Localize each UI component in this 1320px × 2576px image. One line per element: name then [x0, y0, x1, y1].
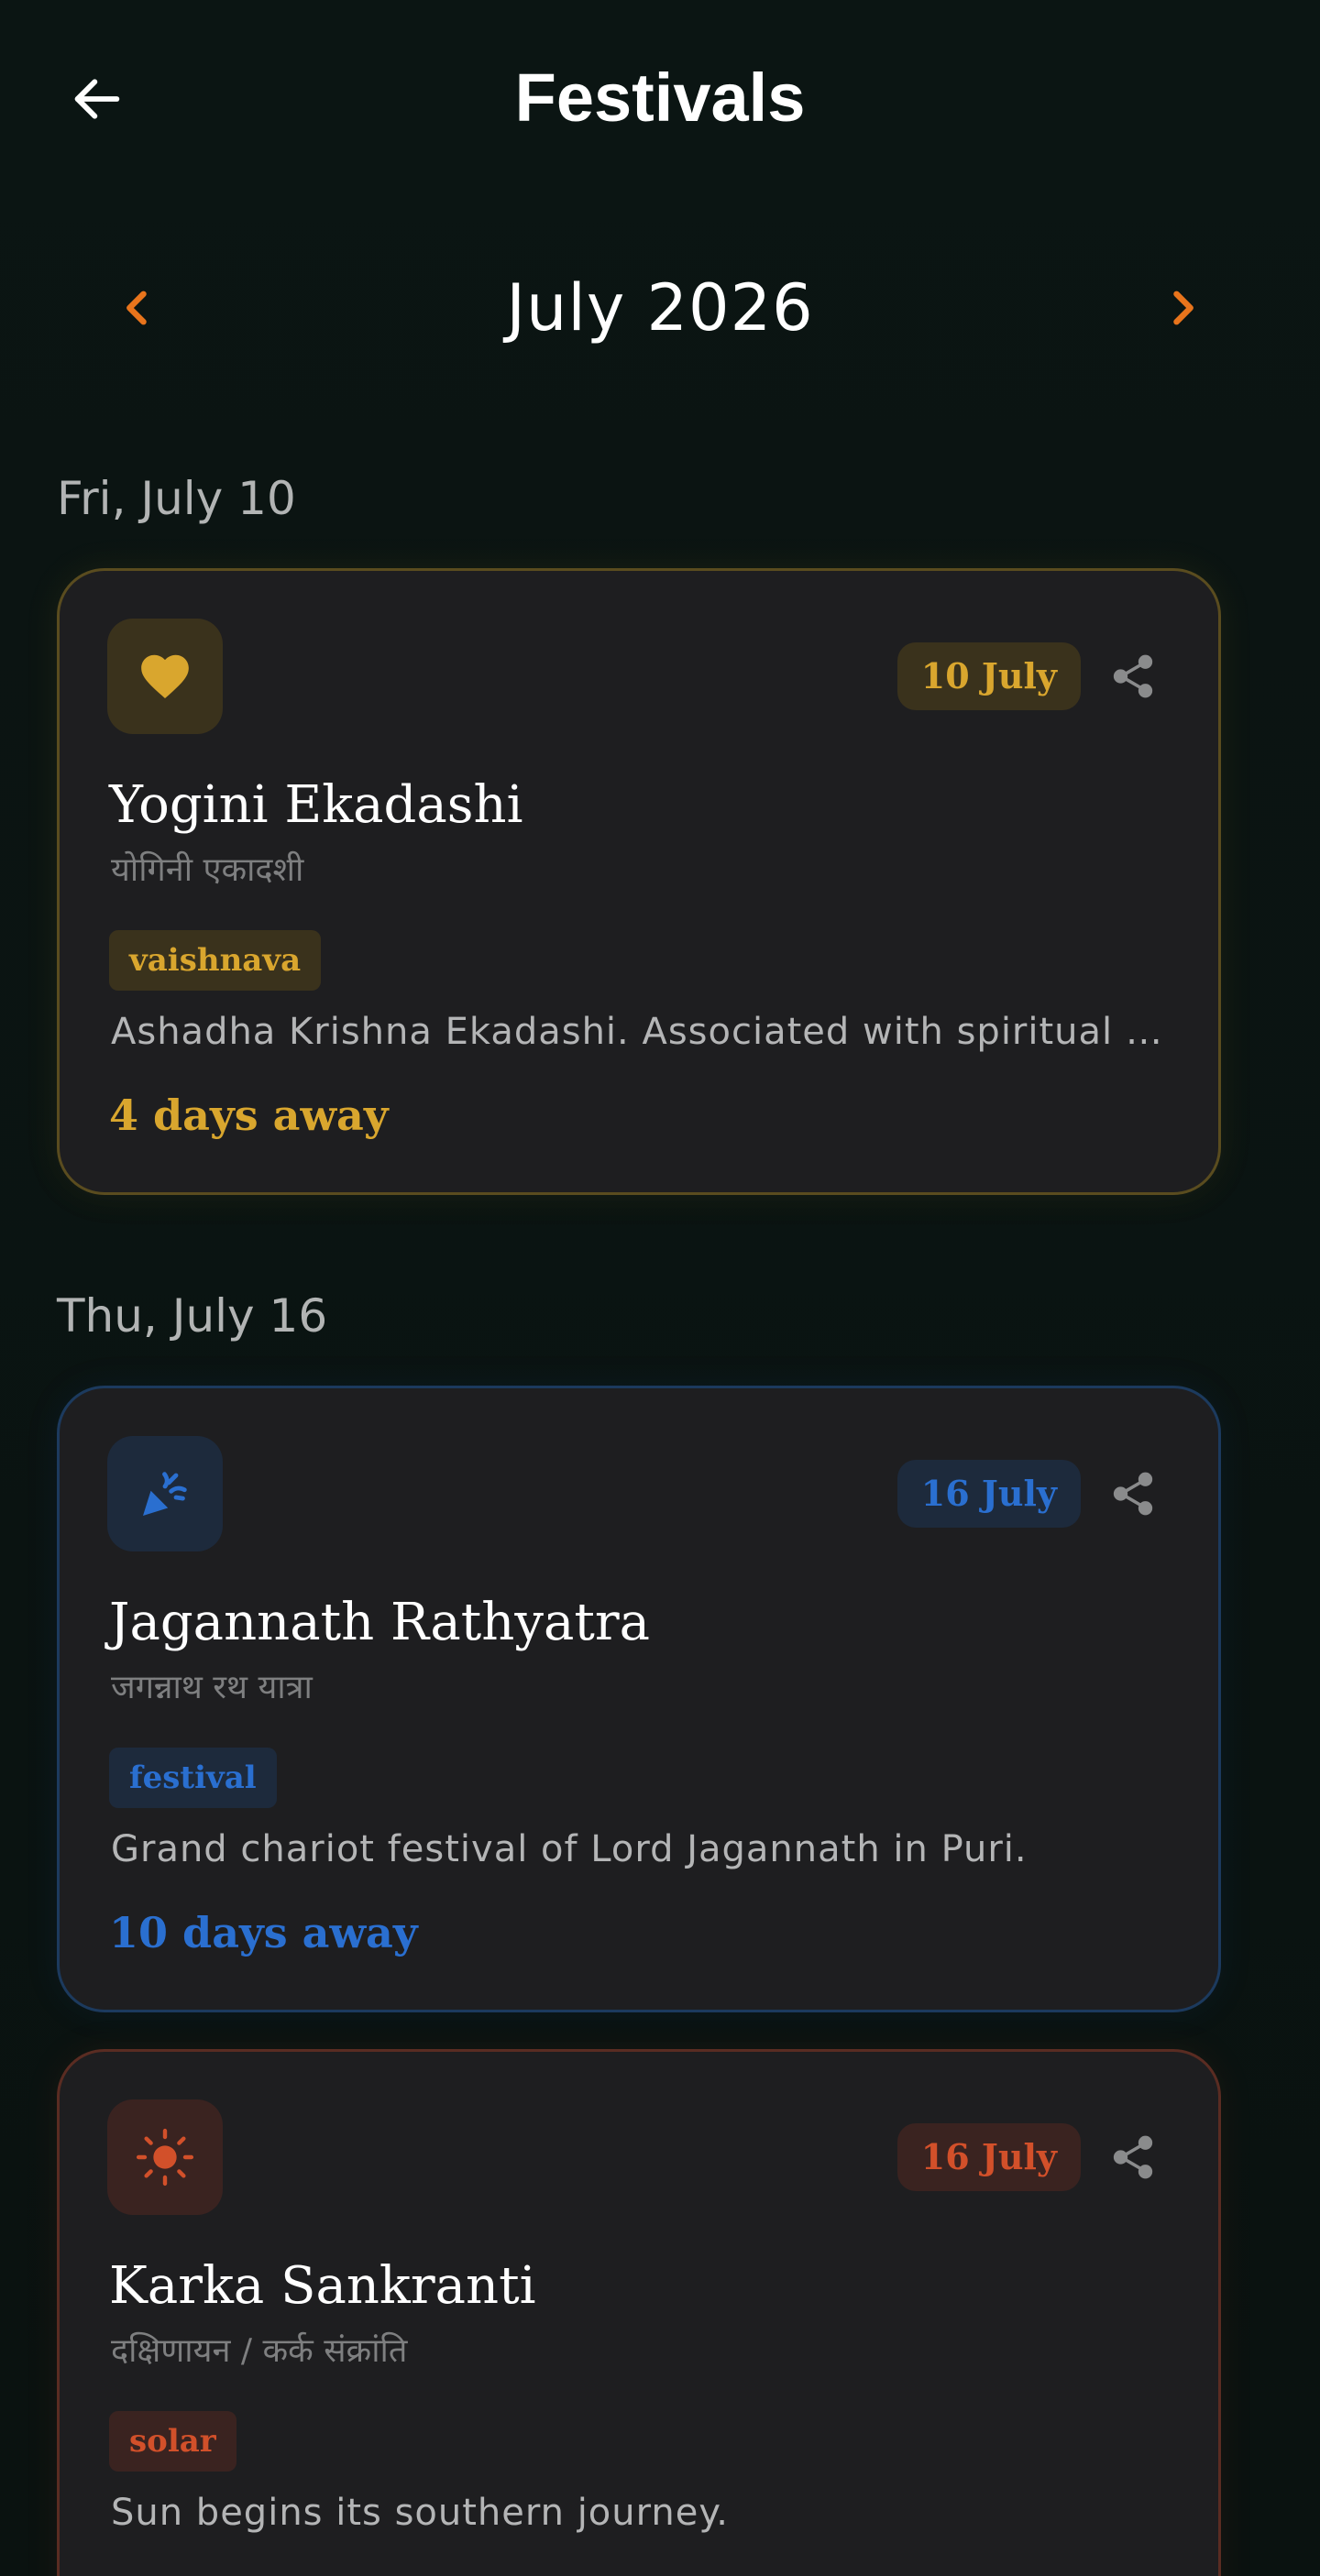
date-chip: 16 July: [896, 2123, 1081, 2191]
day-header: Thu, July 16: [57, 1289, 328, 1343]
month-navigator: July 2026: [0, 257, 1320, 357]
festival-countdown: 4 days away: [109, 1091, 389, 1140]
festival-description: Sun begins its southern journey.: [111, 2492, 730, 2534]
festival-native-name: योगिनी एकादशी: [111, 851, 304, 889]
sun-icon: [136, 2128, 194, 2187]
festivals-screen: Festivals July 2026 Fri, July 10 10 July: [0, 0, 1320, 2576]
festival-card[interactable]: 10 July Yogini Ekadashi योगिनी एकादशी va…: [57, 568, 1221, 1195]
share-icon: [1113, 1472, 1153, 1516]
festival-countdown: 10 days away: [109, 2569, 418, 2576]
date-chip: 10 July: [896, 642, 1081, 710]
page-title: Festivals: [514, 60, 806, 136]
festival-name: Yogini Ekadashi: [109, 775, 523, 835]
share-icon: [1113, 654, 1153, 698]
festival-name: Jagannath Rathyatra: [109, 1593, 651, 1652]
festival-name: Karka Sankranti: [109, 2256, 536, 2316]
festival-icon-tile: [107, 619, 223, 734]
share-icon: [1113, 2135, 1153, 2179]
festival-description: Grand chariot festival of Lord Jagannath…: [111, 1828, 1028, 1870]
app-header: Festivals: [0, 0, 1320, 194]
day-header: Fri, July 10: [57, 472, 296, 525]
festival-card[interactable]: 16 July Karka Sankranti दक्षिणायन / कर्क…: [57, 2049, 1221, 2576]
share-button[interactable]: [1101, 2125, 1165, 2189]
festival-card[interactable]: 16 July Jagannath Rathyatra जगन्नाथ रथ य…: [57, 1386, 1221, 2012]
festival-icon-tile: [107, 2099, 223, 2215]
festival-native-name: जगन्नाथ रथ यात्रा: [111, 1669, 313, 1706]
festival-tag: festival: [109, 1748, 277, 1808]
share-button[interactable]: [1101, 644, 1165, 708]
festival-description: Ashadha Krishna Ekadashi. Associated wit…: [111, 1011, 1165, 1053]
chevron-right-icon: [1173, 290, 1194, 325]
share-button[interactable]: [1101, 1462, 1165, 1526]
next-month-button[interactable]: [1144, 269, 1221, 346]
date-chip: 16 July: [896, 1460, 1081, 1528]
party-popper-icon: [143, 1472, 187, 1516]
festival-native-name: दक्षिणायन / कर्क संक्रांति: [111, 2332, 408, 2370]
heart-icon: [141, 654, 189, 699]
festival-icon-tile: [107, 1436, 223, 1551]
month-label: July 2026: [506, 270, 814, 345]
festival-tag: vaishnava: [109, 930, 322, 991]
festival-countdown: 10 days away: [109, 1908, 418, 1957]
festival-tag: solar: [109, 2411, 236, 2472]
